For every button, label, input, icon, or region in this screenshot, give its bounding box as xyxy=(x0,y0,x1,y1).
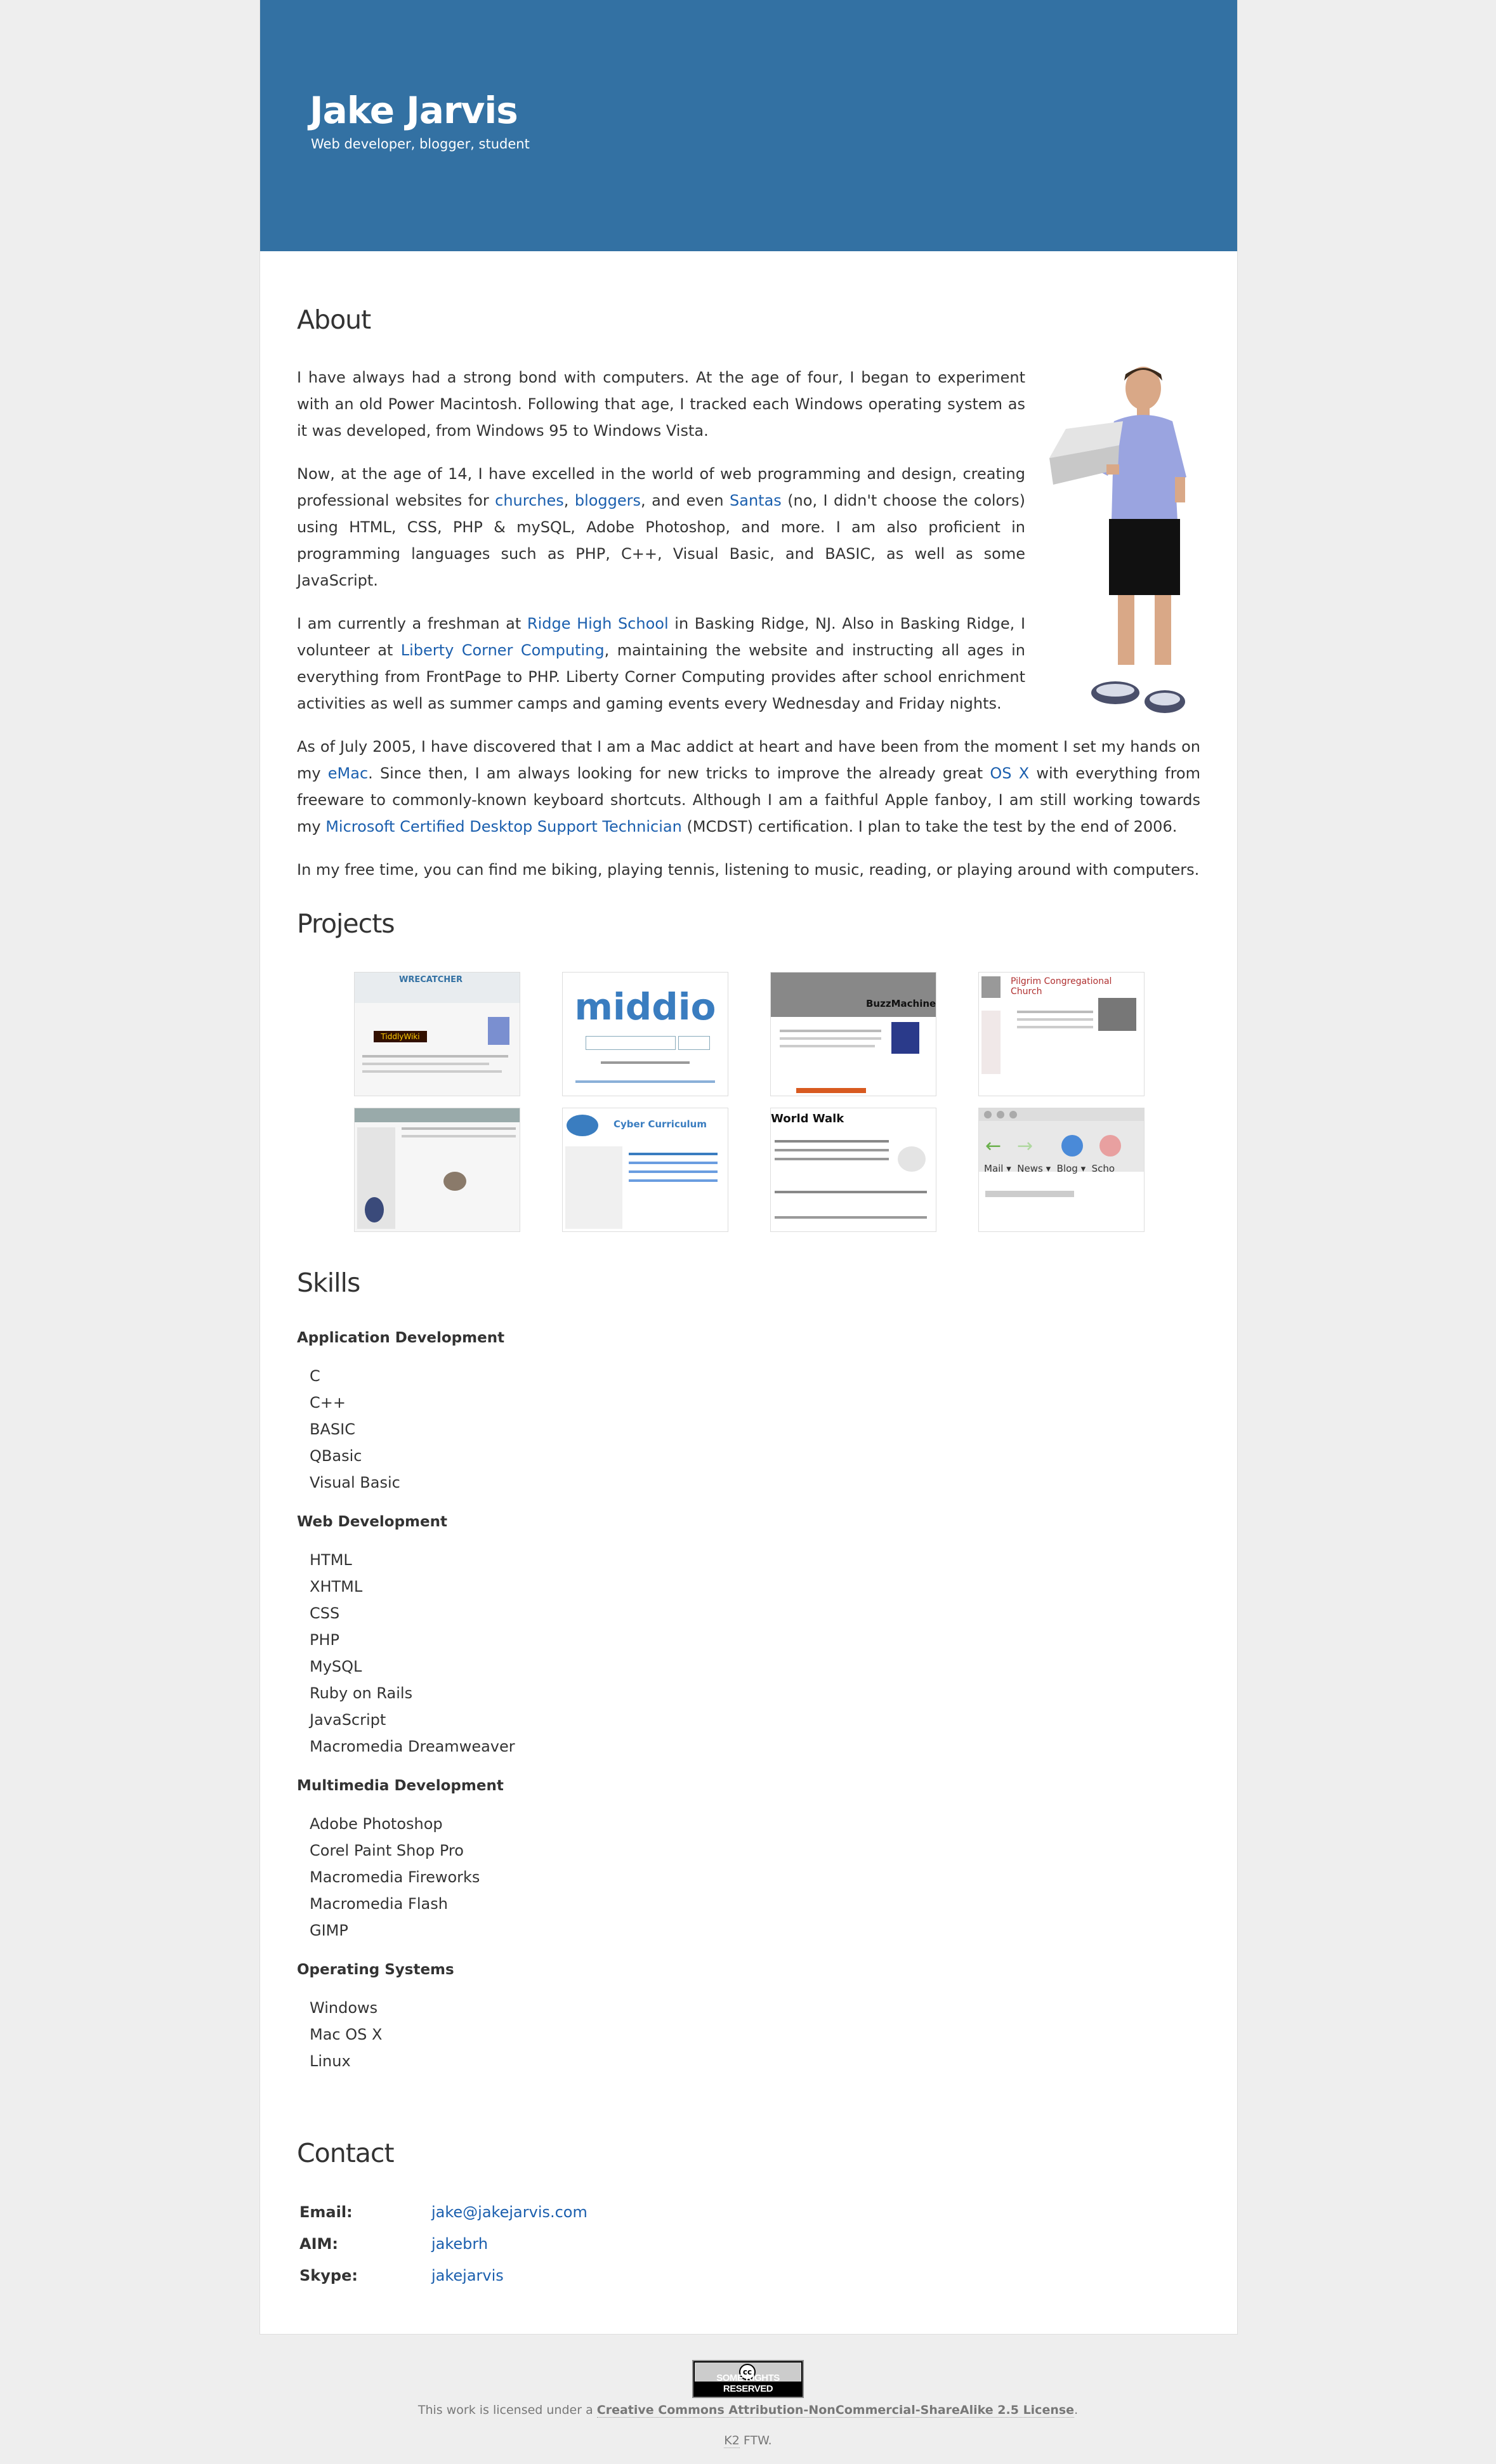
project-thumbnail-cyber-curriculum[interactable]: Cyber Curriculum xyxy=(562,1108,728,1232)
site-footer: cc SOME RIGHTS RESERVED This work is lic… xyxy=(0,2360,1496,2448)
middio-caption: middio xyxy=(574,985,716,1028)
about-paragraph-5: In my free time, you can find me biking,… xyxy=(297,861,1200,879)
buzzmachine-caption: BuzzMachine xyxy=(866,998,936,1009)
license-link[interactable]: Creative Commons Attribution-NonCommerci… xyxy=(596,2403,1075,2418)
ridge-high-school-link[interactable]: Ridge High School xyxy=(527,615,669,632)
os-x-link[interactable]: OS X xyxy=(990,764,1029,782)
project-thumbnail-church[interactable]: Pilgrim Congregational Church xyxy=(978,972,1145,1096)
skill-item: MySQL xyxy=(310,1658,362,1675)
skill-item: QBasic xyxy=(310,1447,362,1465)
skill-item: XHTML xyxy=(310,1578,363,1596)
about-paragraph-3: I am currently a freshman at Ridge High … xyxy=(297,615,1026,712)
k2-line: K2 FTW. xyxy=(724,2434,772,2448)
skill-item: PHP xyxy=(310,1631,339,1649)
cc-badge-text: SOME RIGHTS RESERVED xyxy=(716,2373,780,2394)
skill-item: Adobe Photoshop xyxy=(310,1815,443,1833)
skill-item: C xyxy=(310,1367,320,1385)
projects-grid: WRECATCHER TiddlyWiki middio BuzzMachine xyxy=(354,972,1151,1232)
site-title[interactable]: Jake Jarvis xyxy=(310,89,518,132)
about-paragraph-4: As of July 2005, I have discovered that … xyxy=(297,738,1200,836)
email-link[interactable]: jake@jakejarvis.com xyxy=(431,2203,587,2221)
contact-heading: Contact xyxy=(297,2138,395,2168)
skill-list-multimedia: Adobe Photoshop Corel Paint Shop Pro Mac… xyxy=(310,1811,804,1944)
skill-category-application: Application Development xyxy=(297,1330,505,1346)
skills-section: Application Development C C++ BASIC QBas… xyxy=(297,1327,804,2090)
projects-heading: Projects xyxy=(297,908,395,939)
church-caption: Pilgrim Congregational Church xyxy=(1011,976,1112,997)
contact-table: Email: jake@jakejarvis.com AIM: jakebrh … xyxy=(299,2196,587,2291)
world-walk-caption: World Walk xyxy=(771,1112,844,1125)
about-text: I have always had a strong bond with com… xyxy=(297,364,1200,900)
site-header: Jake Jarvis Web developer, blogger, stud… xyxy=(260,0,1237,251)
skill-item: Macromedia Flash xyxy=(310,1895,448,1913)
creative-commons-badge[interactable]: cc SOME RIGHTS RESERVED xyxy=(692,2360,804,2398)
skills-heading: Skills xyxy=(297,1268,360,1298)
liberty-corner-computing-link[interactable]: Liberty Corner Computing xyxy=(401,641,605,659)
skill-item: BASIC xyxy=(310,1420,355,1438)
skype-label: Skype: xyxy=(299,2267,358,2284)
skill-item: Visual Basic xyxy=(310,1474,400,1491)
skill-item: CSS xyxy=(310,1604,340,1622)
k2-link[interactable]: K2 xyxy=(724,2434,740,2448)
churches-link[interactable]: churches xyxy=(495,492,564,509)
site-tagline: Web developer, blogger, student xyxy=(311,136,530,152)
cyber-curriculum-caption: Cyber Curriculum xyxy=(613,1118,707,1130)
project-thumbnail-world-walk[interactable]: World Walk xyxy=(770,1108,936,1232)
emac-link[interactable]: eMac xyxy=(328,764,368,782)
skill-item: Corel Paint Shop Pro xyxy=(310,1842,464,1859)
project-thumbnail-wiki[interactable]: WRECATCHER TiddlyWiki xyxy=(354,972,520,1096)
project-thumbnail-buzzmachine[interactable]: BuzzMachine xyxy=(770,972,936,1096)
project-thumbnail-browser-toolbar[interactable]: ← → Mail ▾ News ▾ Blog ▾ Scho xyxy=(978,1108,1145,1232)
skill-item: Mac OS X xyxy=(310,2026,383,2043)
about-heading: About xyxy=(297,305,371,335)
skill-category-multimedia: Multimedia Development xyxy=(297,1778,504,1794)
skype-link[interactable]: jakejarvis xyxy=(431,2267,504,2284)
skill-item: Ruby on Rails xyxy=(310,1684,413,1702)
about-paragraph-2: Now, at the age of 14, I have excelled i… xyxy=(297,465,1025,589)
project-thumbnail-middio[interactable]: middio xyxy=(562,972,728,1096)
wiki-caption: TiddlyWiki xyxy=(374,1031,427,1042)
skill-list-application: C C++ BASIC QBasic Visual Basic xyxy=(310,1363,804,1496)
skill-category-os: Operating Systems xyxy=(297,1962,454,1978)
skill-item: JavaScript xyxy=(310,1711,386,1729)
bloggers-link[interactable]: bloggers xyxy=(575,492,641,509)
skill-list-web: HTML XHTML CSS PHP MySQL Ruby on Rails J… xyxy=(310,1547,804,1760)
contact-row-email: Email: jake@jakejarvis.com xyxy=(299,2196,587,2228)
skill-item: Macromedia Dreamweaver xyxy=(310,1738,515,1755)
email-label: Email: xyxy=(299,2203,353,2221)
skill-item: GIMP xyxy=(310,1922,348,1939)
skill-list-os: Windows Mac OS X Linux xyxy=(310,1995,804,2074)
aim-label: AIM: xyxy=(299,2235,338,2253)
page-container: Jake Jarvis Web developer, blogger, stud… xyxy=(259,0,1238,2335)
mcdst-link[interactable]: Microsoft Certified Desktop Support Tech… xyxy=(325,818,682,836)
santas-link[interactable]: Santas xyxy=(730,492,782,509)
project-thumbnail-liberty[interactable] xyxy=(354,1108,520,1232)
skill-item: Linux xyxy=(310,2052,351,2070)
portrait-photo xyxy=(1049,367,1186,713)
contact-row-aim: AIM: jakebrh xyxy=(299,2228,587,2260)
aim-link[interactable]: jakebrh xyxy=(431,2235,488,2253)
skill-category-web: Web Development xyxy=(297,1514,447,1530)
license-line: This work is licensed under a Creative C… xyxy=(417,2403,1079,2418)
skill-item: C++ xyxy=(310,1394,346,1412)
skill-item: Macromedia Fireworks xyxy=(310,1868,480,1886)
about-paragraph-1: I have always had a strong bond with com… xyxy=(297,369,1025,440)
contact-row-skype: Skype: jakejarvis xyxy=(299,2260,587,2291)
skill-item: HTML xyxy=(310,1551,352,1569)
skill-item: Windows xyxy=(310,1999,378,2017)
